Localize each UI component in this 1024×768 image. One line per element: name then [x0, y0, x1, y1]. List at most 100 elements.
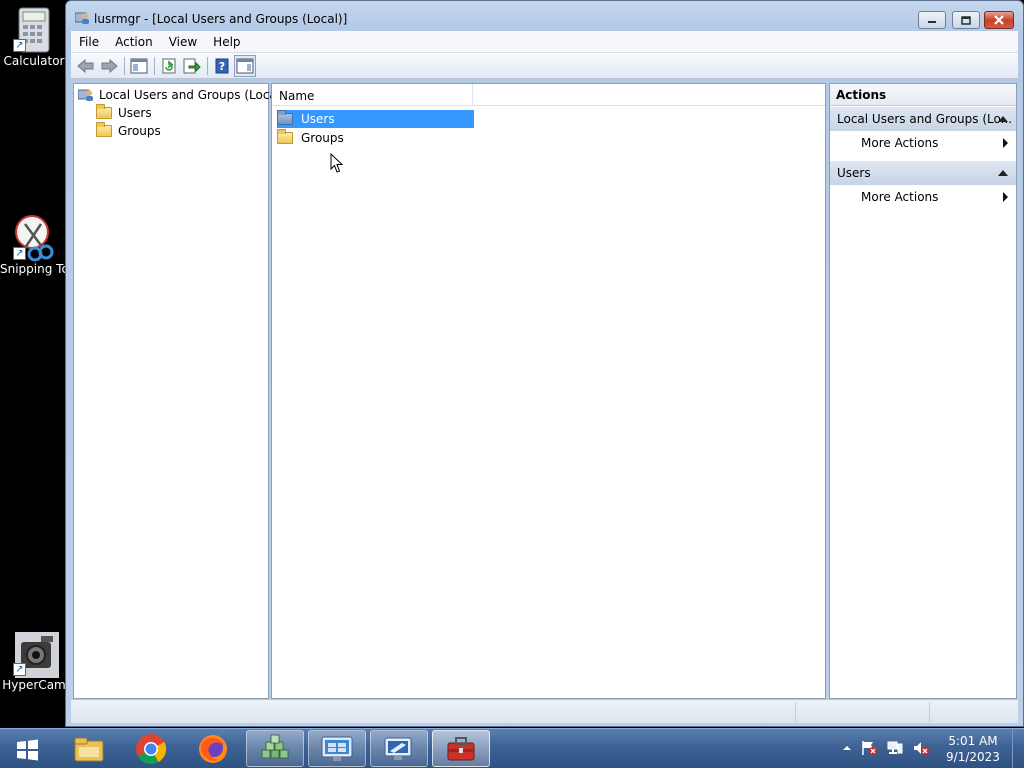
back-arrow-icon	[77, 58, 94, 73]
folder-icon	[96, 121, 112, 137]
action-center-tray[interactable]	[860, 740, 878, 759]
svg-text:?: ?	[219, 60, 225, 73]
show-hide-action-pane-button[interactable]	[234, 54, 256, 77]
help-icon: ?	[215, 58, 229, 73]
desktop-icon-label: Calculator	[3, 54, 65, 68]
minimize-button[interactable]	[918, 11, 946, 29]
hyper-v-cubes-icon	[261, 734, 289, 758]
menu-help[interactable]: Help	[205, 31, 248, 53]
results-list-pane: Name Users Groups	[271, 83, 826, 699]
computer-management-icon	[384, 737, 412, 760]
network-tray[interactable]	[886, 740, 904, 759]
toolbar-separator	[124, 56, 125, 75]
volume-tray[interactable]	[912, 740, 930, 759]
taskbar-computer-management[interactable]	[370, 730, 428, 767]
show-hide-console-tree-button[interactable]	[128, 55, 150, 77]
network-icon	[887, 741, 903, 754]
calculator-icon: ↗	[11, 6, 57, 53]
help-button[interactable]: ?	[211, 55, 233, 77]
remote-desktop-icon	[321, 736, 353, 761]
show-hidden-icons-button[interactable]	[842, 742, 852, 756]
start-button[interactable]	[10, 737, 44, 763]
close-button[interactable]	[984, 11, 1014, 29]
toolbox-icon	[447, 736, 475, 760]
actions-group-title: Local Users and Groups (Lo...	[837, 112, 1013, 126]
desktop-icon-snipping-tool[interactable]: ↗ Snipping Tc	[0, 214, 68, 276]
export-list-button[interactable]	[181, 55, 203, 77]
taskbar-toolbox[interactable]	[432, 730, 490, 767]
desktop-icon-label: Snipping Tc	[0, 262, 68, 276]
forward-arrow-icon	[101, 58, 118, 73]
tree-item-groups[interactable]: Groups	[96, 121, 161, 139]
volume-muted-icon	[914, 741, 929, 755]
desktop-icon-hypercam[interactable]: ↗ HyperCam	[0, 630, 68, 692]
toolbar-separator	[207, 56, 208, 75]
actions-group-users[interactable]: Users	[830, 161, 1016, 185]
list-item-users[interactable]: Users	[277, 110, 474, 128]
folder-icon	[277, 129, 293, 144]
action-label: More Actions	[861, 136, 939, 150]
maximize-button[interactable]	[952, 11, 980, 29]
action-label: More Actions	[861, 190, 939, 204]
clock[interactable]: 5:01 AM 9/1/2023	[940, 733, 1006, 765]
firefox-icon	[199, 734, 227, 763]
tree-item-root[interactable]: Local Users and Groups (Local)	[78, 86, 285, 103]
users-app-icon	[74, 11, 90, 25]
system-tray	[842, 739, 938, 759]
title-bar[interactable]: lusrmgr - [Local Users and Groups (Local…	[66, 1, 1023, 33]
mouse-cursor-icon	[330, 153, 344, 173]
actions-group-title: Users	[837, 166, 871, 180]
actions-header: Actions	[830, 84, 1016, 106]
collapse-arrow-icon[interactable]	[998, 170, 1008, 176]
list-item-label: Groups	[301, 131, 344, 145]
column-header-name[interactable]: Name	[272, 84, 473, 106]
toolbar-separator	[154, 56, 155, 75]
show-hide-console-tree-icon	[130, 58, 148, 73]
show-hide-action-pane-icon	[236, 58, 254, 73]
list-header: Name	[272, 84, 825, 106]
submenu-arrow-icon	[1003, 192, 1008, 202]
list-item-label: Users	[301, 112, 335, 126]
refresh-button[interactable]	[158, 55, 180, 77]
status-divider	[929, 702, 930, 722]
taskbar-remote-desktop[interactable]	[308, 730, 366, 767]
toolbar: ?	[71, 53, 1018, 79]
menu-view[interactable]: View	[161, 31, 205, 53]
status-divider	[795, 702, 796, 722]
actions-group-local-users-and-groups[interactable]: Local Users and Groups (Lo...	[830, 107, 1016, 131]
actions-pane: Actions Local Users and Groups (Lo... Mo…	[829, 83, 1017, 699]
taskbar-hyper-v[interactable]	[246, 730, 304, 767]
taskbar-chrome[interactable]	[122, 730, 180, 767]
menu-action[interactable]: Action	[107, 31, 161, 53]
close-icon	[994, 15, 1004, 25]
menu-bar: File Action View Help	[71, 31, 1018, 53]
show-desktop-button[interactable]	[1012, 729, 1024, 768]
windows-explorer-icon	[74, 737, 104, 761]
users-snapin-icon	[78, 89, 93, 101]
minimize-icon	[928, 21, 936, 23]
shortcut-arrow-icon: ↗	[13, 247, 26, 260]
list-item-groups[interactable]: Groups	[277, 129, 474, 147]
tree-item-label: Groups	[118, 123, 161, 138]
camera-icon: ↗	[11, 630, 59, 678]
windows-logo-icon	[17, 739, 38, 761]
desktop-icon-label: HyperCam	[2, 678, 66, 692]
more-actions-item[interactable]: More Actions	[830, 186, 1016, 208]
taskbar-explorer[interactable]	[60, 730, 118, 767]
desktop-icon-calculator[interactable]: ↗ Calculator	[0, 6, 68, 68]
tree-item-users[interactable]: Users	[96, 103, 152, 121]
window-title: lusrmgr - [Local Users and Groups (Local…	[94, 12, 348, 26]
chrome-icon	[136, 733, 167, 764]
more-actions-item[interactable]: More Actions	[830, 132, 1016, 154]
collapse-arrow-icon[interactable]	[998, 116, 1008, 122]
export-list-icon	[183, 58, 201, 73]
action-center-flag-icon	[862, 740, 877, 755]
back-button[interactable]	[75, 55, 97, 77]
tree-item-label: Local Users and Groups (Local)	[99, 87, 285, 102]
status-bar	[71, 699, 1018, 723]
menu-file[interactable]: File	[71, 31, 107, 53]
taskbar-firefox[interactable]	[184, 730, 242, 767]
restore-icon	[961, 15, 971, 25]
forward-button[interactable]	[98, 55, 120, 77]
console-tree-pane: Local Users and Groups (Local) Users Gro…	[73, 83, 285, 699]
